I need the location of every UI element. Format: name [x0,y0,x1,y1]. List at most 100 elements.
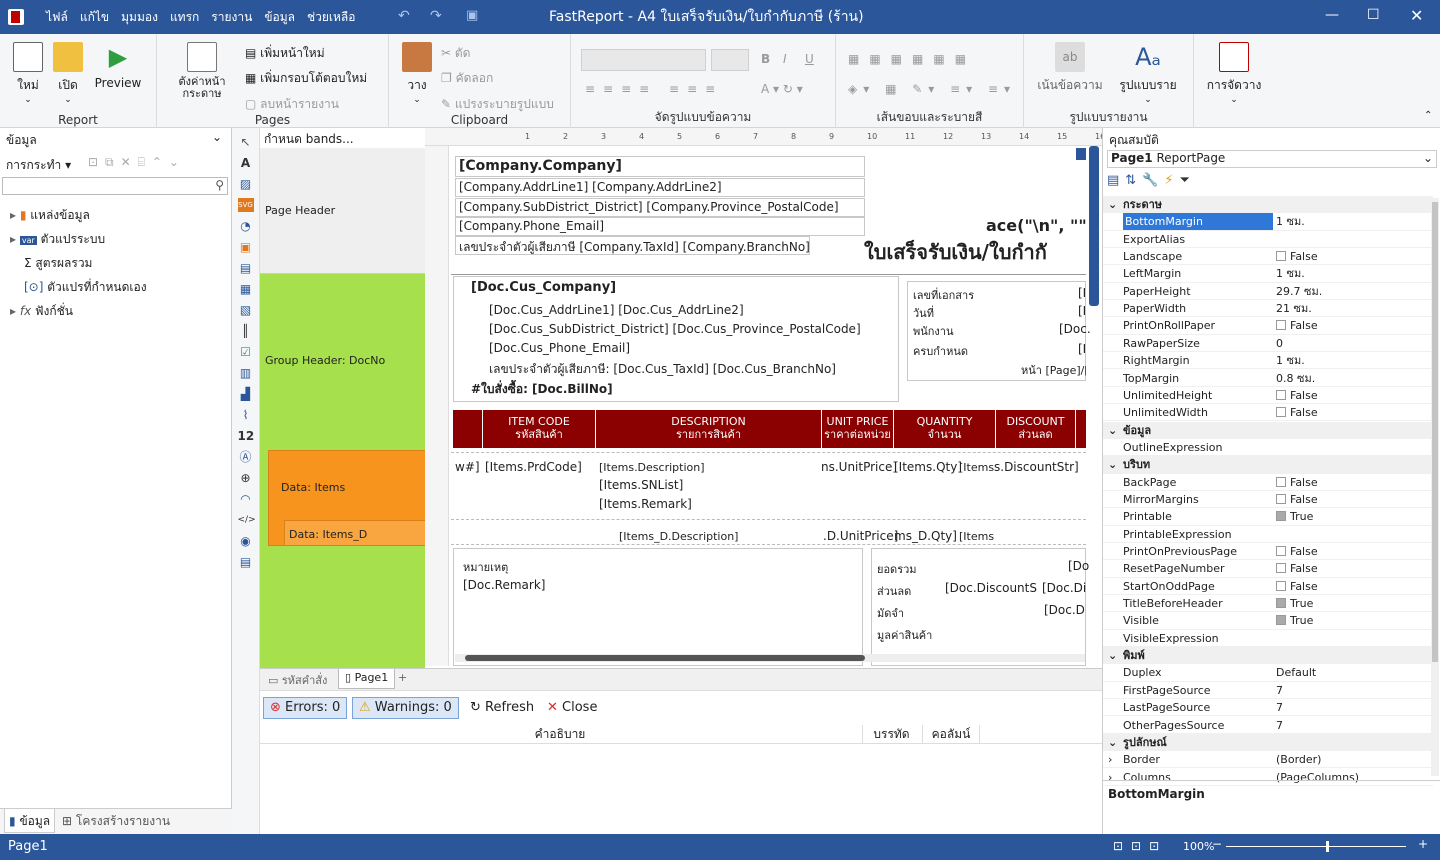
property-row[interactable]: MirrorMargins False [1103,491,1433,509]
checkbox-icon[interactable] [1276,407,1286,418]
property-row[interactable]: › Border (Border) [1103,751,1433,769]
company-addr-field[interactable]: [Company.AddrLine1] [Company.AddrLine2] [455,178,865,197]
digital-signature-tool-icon[interactable]: ◉ [238,534,254,548]
items-items-field[interactable]: [Items [959,461,994,474]
shape-tool-icon[interactable]: ◔ [238,219,254,233]
zoom-slider[interactable] [1226,841,1406,852]
map-tool-icon[interactable]: ⊕ [238,471,254,485]
errors-filter-button[interactable]: ⊗ Errors: 0 [263,697,348,719]
zip-tool-icon[interactable]: ▥ [238,366,254,380]
items-sn-field[interactable]: [Items.SNList] [599,478,683,492]
checkbox-icon[interactable] [1276,493,1286,504]
number-tool-icon[interactable]: 12 [238,429,255,443]
menu-insert[interactable]: แทรก [164,0,205,34]
undo-icon[interactable]: ↶ [398,8,410,24]
customer-district-field[interactable]: [Doc.Cus_SubDistrict_District] [Doc.Cus_… [489,322,861,336]
cellular-text-tool-icon[interactable]: Ⓐ [238,450,254,464]
collapse-icon[interactable]: ⌄ [1108,456,1117,473]
items-no-field[interactable]: w#] [455,460,480,474]
collapse-icon[interactable]: ⌄ [1108,734,1117,751]
font-size-combo[interactable] [711,49,749,71]
property-row[interactable]: LastPageSource 7 [1103,699,1433,717]
header-unit-price-cell[interactable]: UNIT PRICE ราคาต่อหน่วย [822,410,894,448]
save-icon[interactable]: ▣ [466,8,478,23]
categorized-icon[interactable]: ▤ [1107,173,1125,188]
docinfo-staff-label[interactable]: พนักงาน [913,322,954,340]
tab-report-tree[interactable]: ⊞ โครงสร้างรายงาน [62,809,170,833]
menu-help[interactable]: ช่วยเหลือ [301,0,362,34]
property-row[interactable]: VisibleExpression [1103,630,1433,648]
layout-button[interactable]: การจัดวาง ⌄ [1202,42,1266,105]
font-color-icon[interactable]: A ▾ ↻ ▾ [761,82,803,96]
new-page-button[interactable]: ▤ เพิ่มหน้าใหม่ [245,44,325,63]
property-row[interactable]: Printable True [1103,508,1433,526]
minimize-icon[interactable]: — [1325,7,1339,23]
header-quantity-cell[interactable]: QUANTITY จำนวน [894,410,996,448]
property-scrollbar[interactable] [1431,198,1439,776]
open-report-button[interactable]: เปิด ⌄ [50,42,86,105]
design-canvas[interactable]: 1234567891011121314151617 [Company.Compa… [425,128,1102,668]
tab-data[interactable]: ▮ ข้อมูล [4,809,56,833]
checkbox-icon[interactable] [1276,563,1286,574]
items-remark-field[interactable]: [Items.Remark] [599,497,692,511]
html-tool-icon[interactable]: </> [238,513,256,527]
text-tool-icon[interactable]: A [238,156,254,170]
format-painter-button[interactable]: ✎ แปรงระบายรูปแบบ [441,95,554,114]
property-scroll-thumb[interactable] [1432,202,1438,662]
new-report-button[interactable]: ใหม่ ⌄ [10,42,46,105]
property-category[interactable]: ⌄ รูปลักษณ์ [1103,733,1433,752]
collapse-icon[interactable]: ⌄ [1108,196,1117,213]
property-row[interactable]: TitleBeforeHeader True [1103,595,1433,613]
property-row[interactable]: PaperHeight 29.7 ซม. [1103,283,1433,301]
checkbox-icon[interactable] [1276,598,1286,609]
company-phone-field[interactable]: [Company.Phone_Email] [455,217,865,236]
menu-edit[interactable]: แก้ไข [74,0,115,34]
items-code-field[interactable]: [Items.PrdCode] [485,460,582,474]
property-row[interactable]: LeftMargin 1 ซม. [1103,265,1433,283]
col-line[interactable]: บรรทัด [862,725,920,744]
pointer-tool-icon[interactable]: ↖ [238,135,254,149]
barcode-tool-icon[interactable]: ║ [238,324,254,338]
property-row[interactable]: Landscape False [1103,248,1433,266]
tab-page1[interactable]: ▯ Page1 [338,669,396,689]
property-row[interactable]: PrintOnPreviousPage False [1103,543,1433,561]
docinfo-staff-value[interactable]: [Doc. [1059,322,1091,336]
sparkline-tool-icon[interactable]: ⌇ [238,408,254,422]
property-category[interactable]: ⌄ ข้อมูล [1103,421,1433,439]
company-tax-field[interactable]: เลขประจำตัวผู้เสียภาษี [Company.TaxId] [… [455,236,810,255]
header-description-cell[interactable]: DESCRIPTION รายการสินค้า [596,410,822,448]
company-district-field[interactable]: [Company.SubDistrict_District] [Company.… [455,198,865,217]
property-row[interactable]: PaperWidth 21 ซม. [1103,300,1433,318]
customer-phone-field[interactable]: [Doc.Cus_Phone_Email] [489,341,630,355]
property-row[interactable]: UnlimitedWidth False [1103,404,1433,422]
configure-bands-button[interactable]: กำหนด bands... [264,130,354,149]
align-icons[interactable]: ≡≡≡≡ ≡≡≡ [585,82,723,96]
tree-item-parameters[interactable]: [⊙] ตัวแปรที่กำหนดเอง [24,278,147,297]
panel-dropdown-icon[interactable]: ⌄ [212,130,222,144]
checkbox-icon[interactable] [1276,546,1286,556]
actions-menu[interactable]: การกระทำ ▾ [6,156,71,175]
paste-button[interactable]: วาง ⌄ [399,42,435,105]
property-row[interactable]: PrintableExpression [1103,526,1433,543]
property-row[interactable]: FirstPageSource 7 [1103,682,1433,700]
menu-view[interactable]: มุมมอง [115,0,164,34]
menu-report[interactable]: รายงาน [205,0,258,34]
items-d-items-field[interactable]: [Items [959,530,994,543]
tree-item-system-vars[interactable]: ▸ var ตัวแปรระบบ [10,230,105,249]
property-row[interactable]: RightMargin 1 ซม. [1103,352,1433,370]
items-d-qty-field[interactable]: ms_D.Qty] [894,529,957,543]
property-row[interactable]: OtherPagesSource 7 [1103,717,1433,734]
items-qty-field[interactable]: [Items.Qty] [894,460,962,474]
tree-item-datasources[interactable]: ▸ ▮ แหล่งข้อมูล [10,206,90,225]
close-messages-button[interactable]: ✕ Close [547,700,597,715]
tree-item-functions[interactable]: ▸ fx ฟังก์ชั่น [10,302,73,321]
discount-value-field[interactable]: [Doc.DiscountS [945,581,1037,595]
customer-name-field[interactable]: [Doc.Cus_Company] [471,280,616,295]
items-desc-field[interactable]: [Items.Description] [599,461,705,474]
properties-icon[interactable]: 🔧 [1142,173,1164,188]
checkbox-icon[interactable] [1276,615,1286,626]
property-row[interactable]: ExportAlias [1103,231,1433,248]
docinfo-date-label[interactable]: วันที่ [913,304,934,322]
customer-tax-field[interactable]: เลขประจำตัวผู้เสียภาษี: [Doc.Cus_TaxId] … [489,360,836,379]
band-page-header[interactable]: Page Header [260,148,425,274]
